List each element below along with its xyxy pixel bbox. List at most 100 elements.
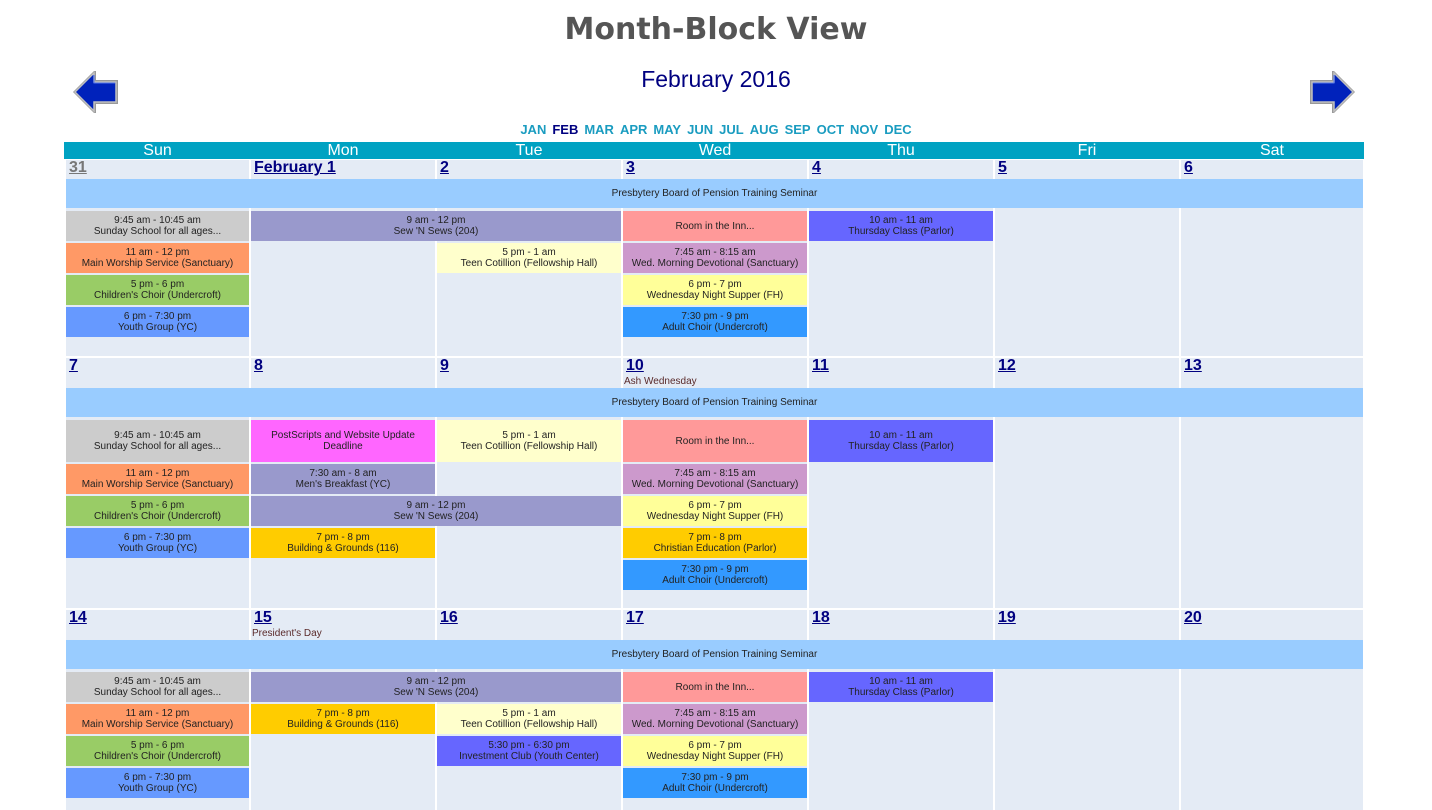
- calendar-event[interactable]: PostScripts and Website Update Deadline: [251, 420, 435, 462]
- month-link-apr[interactable]: APR: [620, 122, 647, 137]
- weekday-sat: Sat: [1259, 142, 1284, 159]
- day-number-link[interactable]: 4: [812, 159, 821, 177]
- calendar-event[interactable]: 9 am - 12 pm Sew 'N Sews (204): [251, 496, 621, 526]
- event-time: 7:45 am - 8:15 am: [674, 468, 756, 479]
- calendar-event[interactable]: 5 pm - 6 pm Children's Choir (Undercroft): [66, 275, 249, 305]
- calendar-event[interactable]: 7:45 am - 8:15 am Wed. Morning Devotional…: [623, 704, 807, 734]
- event-title: Wednesday Night Supper (FH): [646, 511, 784, 522]
- day-number-link[interactable]: 20: [1184, 609, 1202, 627]
- calendar-event[interactable]: 7:30 pm - 9 pm Adult Choir (Undercroft): [623, 768, 807, 798]
- event-time: PostScripts and Website Update: [271, 430, 415, 441]
- day-number-link[interactable]: February 1: [254, 159, 336, 177]
- calendar-event[interactable]: 5 pm - 6 pm Children's Choir (Undercroft): [66, 496, 249, 526]
- day-number-link[interactable]: 16: [440, 609, 458, 627]
- day-number-link[interactable]: 18: [812, 609, 830, 627]
- calendar-event[interactable]: 9:45 am - 10:45 am Sunday School for all …: [66, 211, 249, 241]
- calendar-event[interactable]: 7 pm - 8 pm Building & Grounds (116): [251, 704, 435, 734]
- calendar-event[interactable]: 6 pm - 7 pm Wednesday Night Supper (FH): [623, 275, 807, 305]
- event-time: 6 pm - 7 pm: [688, 500, 742, 511]
- calendar-event[interactable]: Room in the Inn...: [623, 211, 807, 241]
- calendar-event[interactable]: 11 am - 12 pm Main Worship Service (Sanct…: [66, 464, 249, 494]
- event-time: 7:30 pm - 9 pm: [681, 311, 749, 322]
- day-number-link[interactable]: 9: [440, 357, 449, 375]
- calendar-event[interactable]: 9:45 am - 10:45 am Sunday School for all …: [66, 420, 249, 462]
- calendar-event[interactable]: 7 pm - 8 pm Christian Education (Parlor): [623, 528, 807, 558]
- event-time: 9 am - 12 pm: [406, 500, 466, 511]
- month-link-oct[interactable]: OCT: [817, 122, 844, 137]
- calendar-event[interactable]: 6 pm - 7:30 pm Youth Group (YC): [66, 768, 249, 798]
- calendar-event[interactable]: 6 pm - 7 pm Wednesday Night Supper (FH): [623, 496, 807, 526]
- holiday-label: President's Day: [252, 628, 322, 639]
- event-time: 5 pm - 1 am: [502, 430, 556, 441]
- day-number-link[interactable]: 7: [69, 357, 78, 375]
- calendar-event[interactable]: 7:30 am - 8 am Men's Breakfast (YC): [251, 464, 435, 494]
- calendar-event[interactable]: 5 pm - 1 am Teen Cotillion (Fellowship Ha…: [437, 420, 621, 462]
- right-arrow-icon: [1310, 71, 1355, 113]
- event-time: 9:45 am - 10:45 am: [114, 215, 201, 226]
- month-link-aug[interactable]: AUG: [750, 122, 779, 137]
- event-time: 10 am - 11 am: [869, 430, 933, 441]
- event-title: Sunday School for all ages...: [93, 226, 222, 237]
- calendar-event[interactable]: 7 pm - 8 pm Building & Grounds (116): [251, 528, 435, 558]
- calendar-event[interactable]: 7:45 am - 8:15 am Wed. Morning Devotional…: [623, 243, 807, 273]
- event-title: Thursday Class (Parlor): [848, 441, 954, 452]
- month-link-jul[interactable]: JUL: [719, 122, 744, 137]
- calendar-event[interactable]: 10 am - 11 am Thursday Class (Parlor): [809, 420, 993, 462]
- calendar-event[interactable]: Room in the Inn...: [623, 420, 807, 462]
- next-month-button[interactable]: [1306, 66, 1358, 118]
- month-link-jun[interactable]: JUN: [687, 122, 713, 137]
- calendar-event[interactable]: 9 am - 12 pm Sew 'N Sews (204): [251, 672, 621, 702]
- calendar-event[interactable]: 10 am - 11 am Thursday Class (Parlor): [809, 672, 993, 702]
- day-number-link[interactable]: 15: [254, 609, 272, 627]
- calendar-event[interactable]: 7:45 am - 8:15 am Wed. Morning Devotional…: [623, 464, 807, 494]
- day-number-link[interactable]: 10: [626, 357, 644, 375]
- day-number-link[interactable]: 12: [998, 357, 1016, 375]
- calendar-event[interactable]: 6 pm - 7 pm Wednesday Night Supper (FH): [623, 736, 807, 766]
- day-number-link[interactable]: 3: [626, 159, 635, 177]
- event-title: Adult Choir (Undercroft): [662, 322, 768, 333]
- calendar-event[interactable]: 11 am - 12 pm Main Worship Service (Sanct…: [66, 704, 249, 734]
- month-link-dec[interactable]: DEC: [884, 122, 911, 137]
- day-number-link[interactable]: 11: [812, 357, 829, 375]
- calendar-event[interactable]: 9:45 am - 10:45 am Sunday School for all …: [66, 672, 249, 702]
- calendar-event[interactable]: 5 pm - 1 am Teen Cotillion (Fellowship Ha…: [437, 243, 621, 273]
- day-number-link[interactable]: 5: [998, 159, 1007, 177]
- calendar-event[interactable]: 5:30 pm - 6:30 pm Investment Club (Youth …: [437, 736, 621, 766]
- calendar-event[interactable]: 10 am - 11 am Thursday Class (Parlor): [809, 211, 993, 241]
- day-number-link[interactable]: 17: [626, 609, 644, 627]
- day-number-link[interactable]: 6: [1184, 159, 1193, 177]
- calendar-event[interactable]: 7:30 pm - 9 pm Adult Choir (Undercroft): [623, 307, 807, 337]
- page-title: Month-Block View: [564, 12, 868, 47]
- calendar-event[interactable]: Room in the Inn...: [623, 672, 807, 702]
- event-title: Sew 'N Sews (204): [393, 511, 479, 522]
- day-number-link[interactable]: 13: [1184, 357, 1202, 375]
- month-link-sep[interactable]: SEP: [785, 122, 811, 137]
- day-number-link[interactable]: 31: [69, 159, 87, 177]
- event-time: 5 pm - 1 am: [502, 708, 556, 719]
- calendar-event[interactable]: 7:30 pm - 9 pm Adult Choir (Undercroft): [623, 560, 807, 590]
- month-selector: JAN FEB MAR APR MAY JUN JUL AUG SEP OCT NOV DEC: [0, 122, 1432, 137]
- event-time: 9 am - 12 pm: [406, 215, 466, 226]
- multi-day-event-seminar[interactable]: Presbytery Board of Pension Training Sem…: [66, 640, 1363, 669]
- month-link-may[interactable]: MAY: [653, 122, 681, 137]
- month-link-jan[interactable]: JAN: [520, 122, 546, 137]
- day-number-link[interactable]: 2: [440, 159, 449, 177]
- multi-day-event-seminar[interactable]: Presbytery Board of Pension Training Sem…: [66, 388, 1363, 417]
- event-time: 9:45 am - 10:45 am: [114, 676, 201, 687]
- multi-day-event-seminar[interactable]: Presbytery Board of Pension Training Sem…: [66, 179, 1363, 208]
- event-title: Room in the Inn...: [675, 220, 755, 232]
- calendar-event[interactable]: 6 pm - 7:30 pm Youth Group (YC): [66, 307, 249, 337]
- calendar-event[interactable]: 9 am - 12 pm Sew 'N Sews (204): [251, 211, 621, 241]
- month-link-feb[interactable]: FEB: [552, 122, 578, 137]
- month-link-nov[interactable]: NOV: [850, 122, 878, 137]
- day-number-link[interactable]: 19: [998, 609, 1016, 627]
- calendar-event[interactable]: 6 pm - 7:30 pm Youth Group (YC): [66, 528, 249, 558]
- month-link-mar[interactable]: MAR: [584, 122, 614, 137]
- event-time: 11 am - 12 pm: [125, 247, 190, 258]
- day-number-link[interactable]: 8: [254, 357, 263, 375]
- calendar-event[interactable]: 5 pm - 1 am Teen Cotillion (Fellowship Ha…: [437, 704, 621, 734]
- calendar-event[interactable]: 11 am - 12 pm Main Worship Service (Sanct…: [66, 243, 249, 273]
- event-time: 5 pm - 6 pm: [130, 740, 185, 751]
- day-number-link[interactable]: 14: [69, 609, 87, 627]
- calendar-event[interactable]: 5 pm - 6 pm Children's Choir (Undercroft): [66, 736, 249, 766]
